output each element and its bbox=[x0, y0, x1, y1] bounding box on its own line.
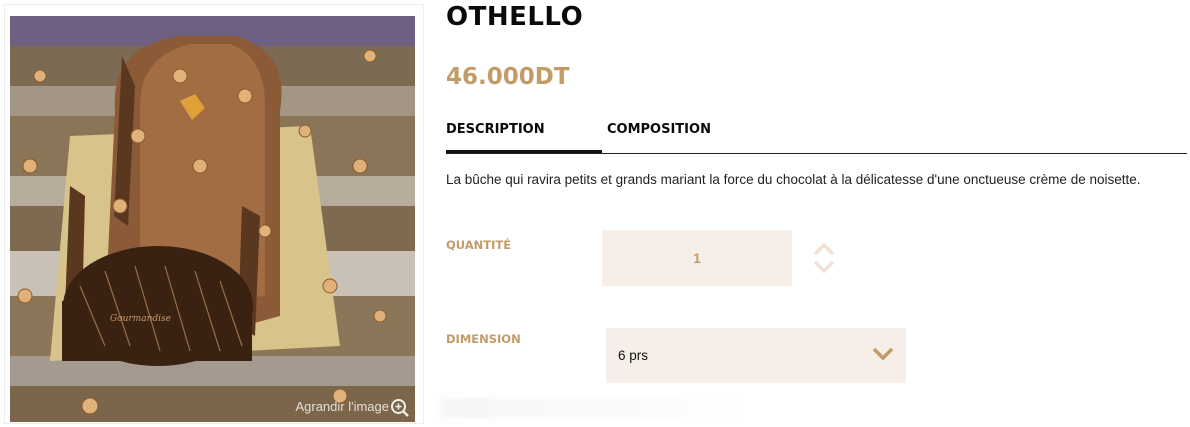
quantity-value: 1 bbox=[693, 250, 701, 266]
chevron-up-icon bbox=[813, 242, 835, 256]
product-title: OTHELLO bbox=[446, 2, 584, 32]
product-image-frame: Gourmandise Agrandir l'image bbox=[4, 4, 424, 424]
product-tabs: DESCRIPTION COMPOSITION bbox=[446, 114, 1187, 154]
plaque-text: Gourmandise bbox=[110, 314, 171, 324]
chevron-down-icon bbox=[872, 347, 894, 364]
product-description: La bûche qui ravira petits et grands mar… bbox=[446, 172, 1141, 187]
active-tab-indicator bbox=[446, 150, 602, 153]
decorative-fade bbox=[440, 398, 740, 418]
quantity-label: QUANTITÉ bbox=[446, 238, 512, 252]
chevron-down-icon bbox=[813, 260, 835, 274]
dimension-select[interactable]: 6 prs bbox=[606, 328, 906, 383]
zoom-in-icon[interactable] bbox=[390, 398, 410, 418]
tab-description[interactable]: DESCRIPTION bbox=[446, 122, 545, 137]
enlarge-image-label[interactable]: Agrandir l'image bbox=[295, 399, 389, 414]
product-price: 46.000DT bbox=[446, 64, 570, 90]
product-photo: Gourmandise bbox=[10, 16, 415, 422]
dimension-selected-value: 6 prs bbox=[618, 348, 649, 363]
quantity-stepper[interactable] bbox=[812, 240, 836, 276]
dimension-label: DIMENSION bbox=[446, 332, 521, 346]
quantity-input[interactable]: 1 bbox=[602, 230, 792, 286]
tab-composition[interactable]: COMPOSITION bbox=[607, 122, 711, 137]
product-image[interactable]: Gourmandise Agrandir l'image bbox=[10, 16, 415, 422]
